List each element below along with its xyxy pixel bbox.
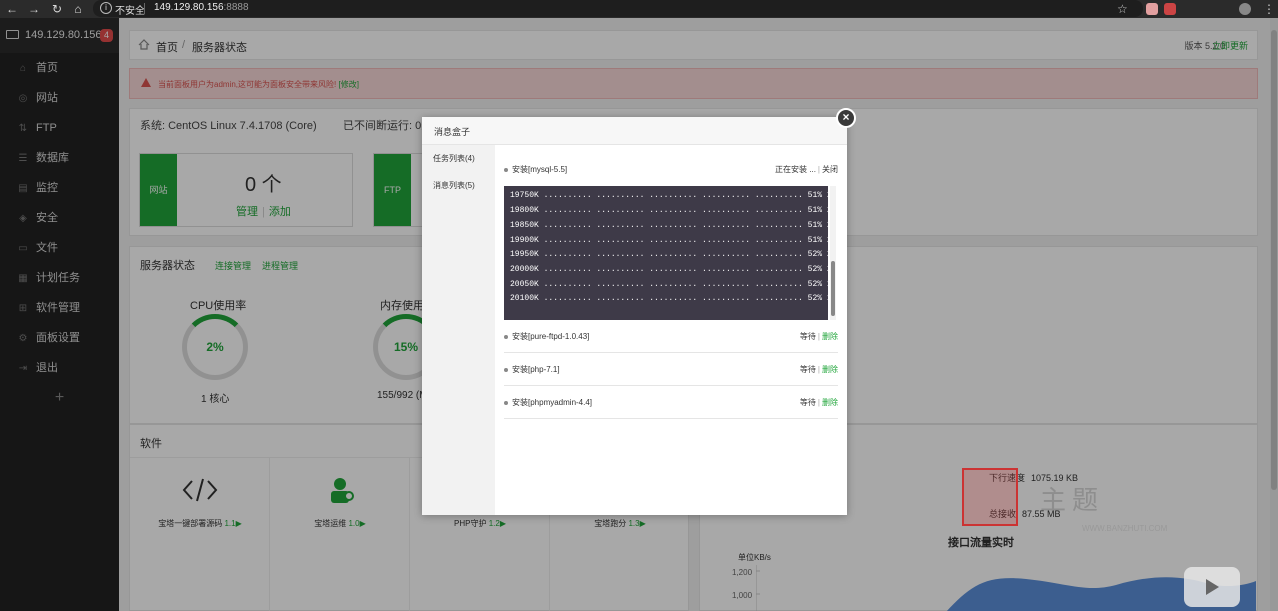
message-box-dialog: 消息盒子 任务列表(4) 消息列表(5) 安装[mysql-5.5] 正在安装 … bbox=[422, 117, 847, 515]
tab-message-list[interactable]: 消息列表(5) bbox=[433, 180, 475, 191]
address-bar[interactable]: i 不安全 149.129.80.156:8888 bbox=[93, 0, 1143, 17]
home-button-icon[interactable]: ⌂ bbox=[71, 0, 85, 18]
log-line: 19750K .......... .......... .......... … bbox=[510, 191, 828, 200]
play-icon bbox=[1206, 579, 1219, 595]
forward-icon[interactable]: → bbox=[27, 0, 41, 18]
console-scrollbar[interactable] bbox=[830, 186, 836, 320]
browser-menu-icon[interactable]: ⋮ bbox=[1263, 0, 1275, 18]
task-actions: 等待 | 删除 bbox=[800, 364, 838, 375]
browser-toolbar: ← → ↻ ⌂ i 不安全 149.129.80.156:8888 ☆ ⋮ bbox=[0, 0, 1278, 18]
task-actions: 等待 | 删除 bbox=[800, 397, 838, 408]
task-delete-link[interactable]: 删除 bbox=[822, 332, 838, 341]
task-name: 安装[pure-ftpd-1.0.43] bbox=[512, 332, 590, 341]
task-item: 安装[pure-ftpd-1.0.43] 等待 | 删除 bbox=[504, 320, 838, 353]
profile-avatar-icon[interactable] bbox=[1239, 3, 1251, 15]
bookmark-star-icon[interactable]: ☆ bbox=[1117, 0, 1128, 18]
task-name: 安装[phpmyadmin-4.4] bbox=[512, 398, 593, 407]
video-play-button[interactable] bbox=[1184, 567, 1240, 607]
task-bullet-icon bbox=[504, 168, 508, 172]
log-line: 19900K .......... .......... .......... … bbox=[510, 236, 828, 245]
task-status: 正在安装 ... bbox=[775, 165, 816, 174]
task-status: 等待 bbox=[799, 398, 816, 407]
install-log-console[interactable]: 19750K .......... .......... .......... … bbox=[504, 186, 828, 320]
action-divider: | bbox=[817, 365, 820, 374]
address-port: :8888 bbox=[223, 2, 249, 13]
log-line: 20050K .......... .......... .......... … bbox=[510, 280, 828, 289]
log-line: 20000K .......... .......... .......... … bbox=[510, 265, 828, 274]
task-close-link[interactable]: 关闭 bbox=[822, 165, 838, 174]
task-delete-link[interactable]: 删除 bbox=[822, 365, 838, 374]
tab-task-list[interactable]: 任务列表(4) bbox=[433, 153, 475, 164]
log-line: 19950K .......... .......... .......... … bbox=[510, 250, 828, 259]
extension-icon[interactable] bbox=[1146, 3, 1158, 15]
task-bullet-icon bbox=[504, 335, 508, 339]
dialog-header: 消息盒子 bbox=[422, 117, 847, 145]
address-divider bbox=[144, 3, 145, 14]
action-divider: | bbox=[817, 398, 820, 407]
address-host: 149.129.80.156 bbox=[154, 2, 224, 13]
log-line: 20100K .......... .......... .......... … bbox=[510, 294, 828, 303]
reload-icon[interactable]: ↻ bbox=[50, 0, 64, 18]
log-line: 19850K .......... .......... .......... … bbox=[510, 221, 828, 230]
log-line: 19800K .......... .......... .......... … bbox=[510, 206, 828, 215]
task-status: 等待 bbox=[799, 365, 816, 374]
task-status: 等待 bbox=[799, 332, 816, 341]
watermark-seal bbox=[962, 468, 1018, 526]
task-item: 安装[phpmyadmin-4.4] 等待 | 删除 bbox=[504, 386, 838, 419]
dialog-tabs: 任务列表(4) 消息列表(5) bbox=[422, 145, 495, 515]
action-divider: | bbox=[817, 165, 820, 174]
watermark-text: 主题 bbox=[1040, 486, 1105, 516]
task-delete-link[interactable]: 删除 bbox=[822, 398, 838, 407]
address-url[interactable]: 149.129.80.156:8888 bbox=[154, 2, 249, 13]
task-name: 安装[mysql-5.5] bbox=[512, 165, 568, 174]
watermark-url: WWW.BANZHUTI.COM bbox=[1082, 524, 1168, 533]
task-actions: 等待 | 删除 bbox=[800, 331, 838, 342]
task-bullet-icon bbox=[504, 368, 508, 372]
task-item: 安装[php-7.1] 等待 | 删除 bbox=[504, 353, 838, 386]
extension-icon[interactable] bbox=[1164, 3, 1176, 15]
back-icon[interactable]: ← bbox=[5, 0, 19, 18]
task-item: 安装[mysql-5.5] 正在安装 ... | 关闭 bbox=[504, 162, 838, 180]
action-divider: | bbox=[817, 332, 820, 341]
security-label: 不安全 bbox=[115, 6, 145, 17]
dialog-title: 消息盒子 bbox=[434, 127, 471, 137]
console-scrollbar-thumb[interactable] bbox=[831, 261, 835, 316]
close-icon[interactable]: × bbox=[836, 108, 856, 128]
task-name: 安装[php-7.1] bbox=[512, 365, 560, 374]
info-icon[interactable]: i bbox=[100, 2, 112, 14]
task-bullet-icon bbox=[504, 401, 508, 405]
task-actions: 正在安装 ... | 关闭 bbox=[775, 164, 838, 175]
